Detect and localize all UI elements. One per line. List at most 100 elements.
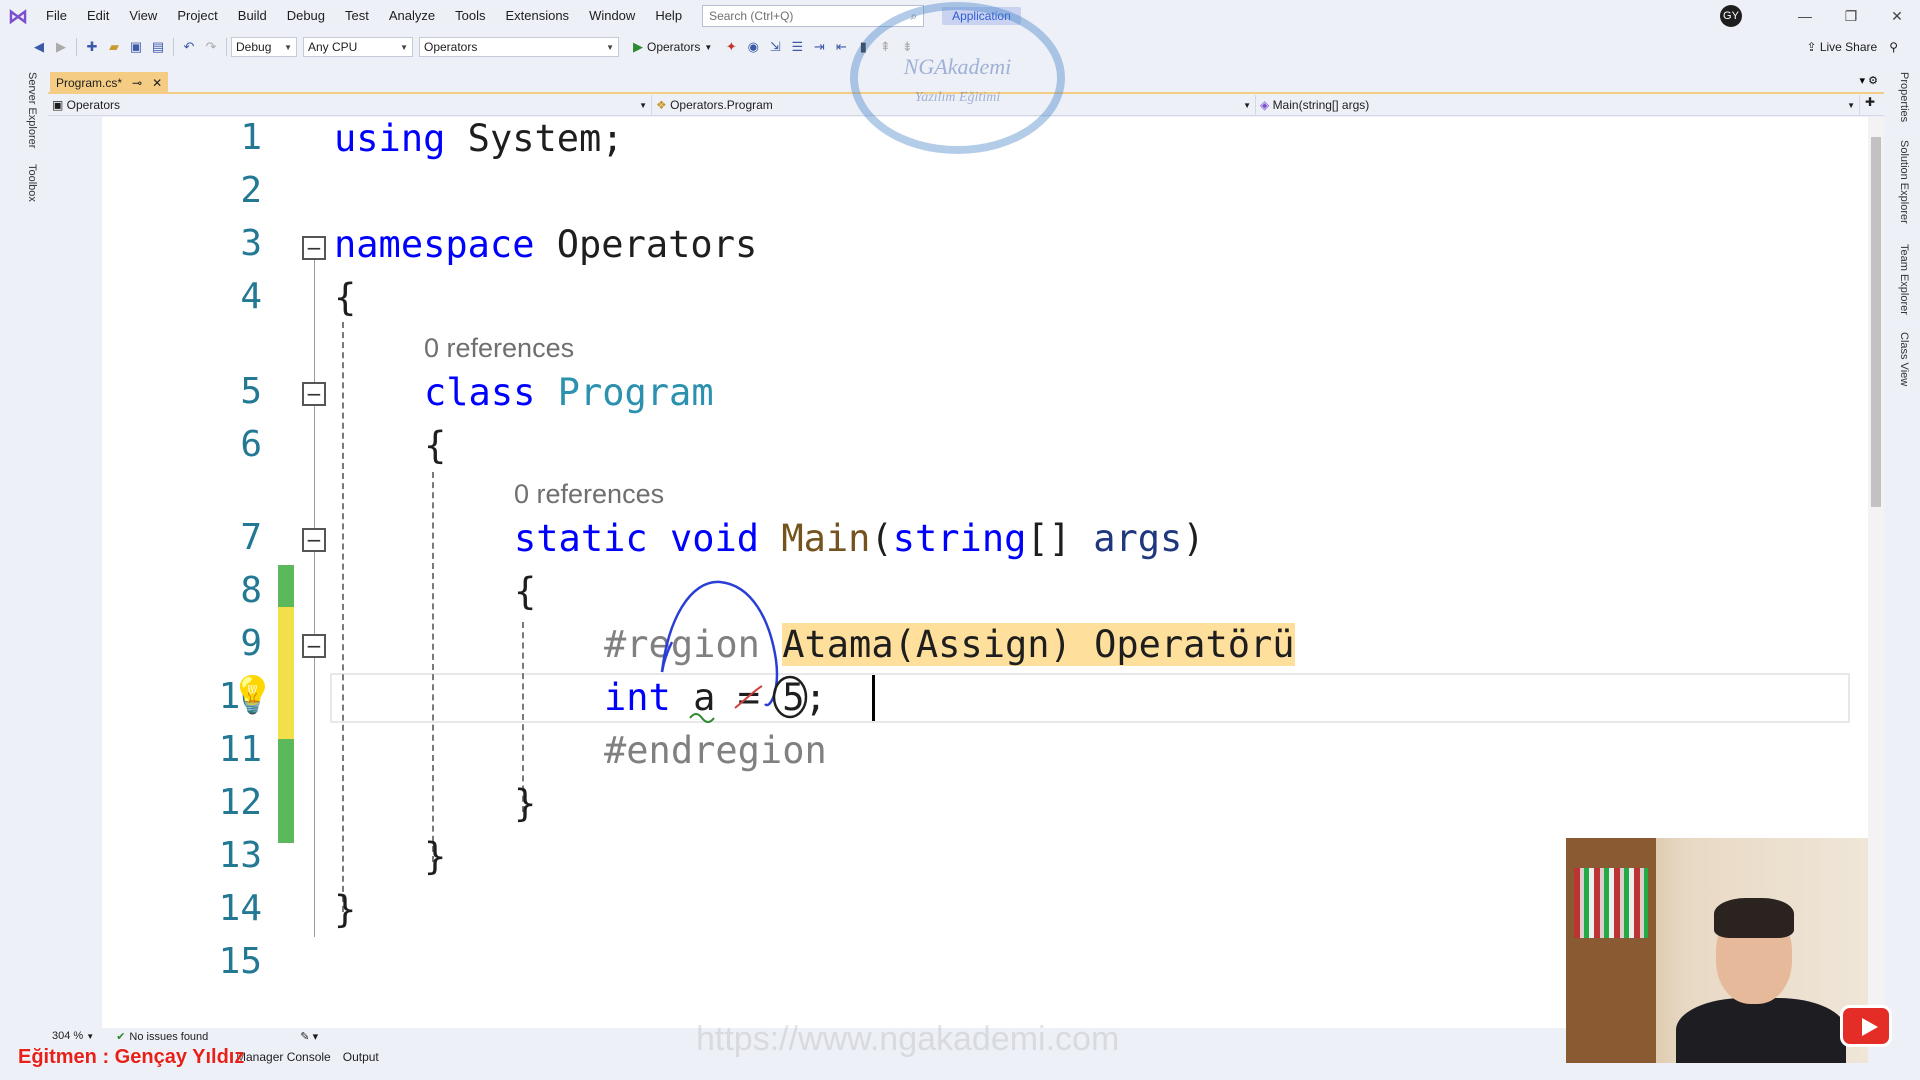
toolbox-tab[interactable]: Toolbox xyxy=(26,164,38,202)
search-input[interactable]: Search (Ctrl+Q) ⌕ xyxy=(702,5,925,27)
visual-studio-logo-icon[interactable]: ⋈ xyxy=(0,0,36,32)
new-project-icon[interactable]: ✚ xyxy=(81,39,103,55)
undo-icon[interactable]: ↶ xyxy=(178,39,200,55)
issues-indicator[interactable]: ✔ No issues found xyxy=(116,1030,208,1043)
open-file-icon[interactable]: ▰ xyxy=(103,39,125,55)
code-line-1: using System; xyxy=(334,117,624,160)
tab-output[interactable]: Output xyxy=(343,1050,379,1064)
books xyxy=(1574,868,1648,938)
menu-analyze[interactable]: Analyze xyxy=(379,0,445,32)
menu-tools[interactable]: Tools xyxy=(445,0,495,32)
live-share-button[interactable]: ⇪ Live Share xyxy=(1806,40,1877,54)
solution-config-select[interactable]: Debug ▼ xyxy=(231,37,297,57)
region-directive: #region xyxy=(604,623,783,666)
feedback-icon[interactable]: ⚲ xyxy=(1889,40,1898,54)
forward-icon[interactable]: ▶ xyxy=(50,39,72,55)
split-icon[interactable]: ✚ xyxy=(1860,95,1880,115)
glyph-margin[interactable] xyxy=(48,117,102,1028)
format-icon[interactable]: ☰ xyxy=(786,39,808,55)
chevron-down-icon: ▼ xyxy=(606,42,614,52)
class-view-tab[interactable]: Class View xyxy=(1898,332,1910,386)
code-line-6: { xyxy=(424,424,447,467)
toolbar-separator xyxy=(173,38,174,56)
menu-build[interactable]: Build xyxy=(228,0,277,32)
close-icon[interactable]: ✕ xyxy=(152,76,162,90)
save-icon[interactable]: ▣ xyxy=(125,39,147,55)
start-debugging-button[interactable]: ▶ Operators ▼ xyxy=(633,39,712,55)
scrollbar-thumb[interactable] xyxy=(1871,137,1881,507)
member-dropdown[interactable]: ◈ Main(string[] args) ▼ xyxy=(1256,95,1860,115)
application-badge[interactable]: Application xyxy=(942,7,1021,25)
hot-reload-icon[interactable]: ✦ xyxy=(720,39,742,55)
chevron-down-icon: ▼ xyxy=(639,100,647,110)
line-number: 9 xyxy=(240,623,262,664)
back-icon[interactable]: ◀ xyxy=(28,39,50,55)
close-window-icon[interactable]: ✕ xyxy=(1874,8,1920,25)
codelens-references[interactable]: 0 references xyxy=(514,479,664,510)
code-line-9: #region Atama(Assign) Operatörü xyxy=(604,623,1295,666)
restore-icon[interactable]: ❐ xyxy=(1828,8,1874,25)
save-all-icon[interactable]: ▤ xyxy=(147,39,169,55)
zoom-level: 304 % xyxy=(52,1030,84,1042)
menu-window[interactable]: Window xyxy=(579,0,645,32)
line-number: 8 xyxy=(240,570,262,611)
collapse-toggle[interactable]: − xyxy=(302,634,326,658)
type-label: Operators.Program xyxy=(670,98,773,112)
presenter-body xyxy=(1676,998,1846,1063)
bookmark-icon[interactable]: ▮ xyxy=(852,39,874,55)
solution-explorer-tab[interactable]: Solution Explorer xyxy=(1898,140,1910,224)
step-icon[interactable]: ⇲ xyxy=(764,39,786,55)
minimize-icon[interactable]: — xyxy=(1782,8,1828,24)
camera-icon[interactable]: ◉ xyxy=(742,39,764,55)
chevron-down-icon: ▼ xyxy=(704,42,713,52)
project-label: Operators xyxy=(66,98,121,112)
pin-icon[interactable]: ⊸ xyxy=(132,76,142,90)
project-dropdown[interactable]: ▣ Operators ▼ xyxy=(48,95,652,115)
right-tool-strip: Properties Solution Explorer Team Explor… xyxy=(1884,62,1920,1045)
code-line-11: #endregion xyxy=(604,729,827,772)
toolbar-separator xyxy=(76,38,77,56)
collapse-toggle[interactable]: − xyxy=(302,236,326,260)
redo-icon[interactable]: ↷ xyxy=(200,39,222,55)
tab-options-icon[interactable]: ▾ ⚙ xyxy=(1860,74,1878,87)
team-explorer-tab[interactable]: Team Explorer xyxy=(1898,244,1910,315)
collapse-toggle[interactable]: − xyxy=(302,382,326,406)
server-explorer-tab[interactable]: Server Explorer xyxy=(26,72,38,148)
keyword-void: void xyxy=(669,517,760,560)
next-bookmark-icon[interactable]: ⇟ xyxy=(896,39,918,55)
code-line-3: namespace Operators xyxy=(334,223,757,266)
chevron-down-icon: ▼ xyxy=(400,42,408,52)
collapse-toggle[interactable]: − xyxy=(302,528,326,552)
menu-edit[interactable]: Edit xyxy=(77,0,119,32)
previous-bookmark-icon[interactable]: ⇞ xyxy=(874,39,896,55)
outdent-icon[interactable]: ⇤ xyxy=(830,39,852,55)
tab-package-manager-console[interactable]: Manager Console xyxy=(236,1050,331,1064)
menu-help[interactable]: Help xyxy=(645,0,692,32)
startup-project-select[interactable]: Operators ▼ xyxy=(419,37,619,57)
properties-tab[interactable]: Properties xyxy=(1898,72,1910,122)
vertical-scrollbar[interactable] xyxy=(1868,117,1884,1028)
line-number: 13 xyxy=(218,835,262,876)
text-caret xyxy=(872,675,875,721)
type-dropdown[interactable]: ❖ Operators.Program ▼ xyxy=(652,95,1256,115)
code-line-12: } xyxy=(514,782,537,825)
menu-test[interactable]: Test xyxy=(335,0,379,32)
lightbulb-icon[interactable]: 💡 xyxy=(230,674,275,716)
class-icon: ❖ xyxy=(656,98,671,112)
menu-extensions[interactable]: Extensions xyxy=(495,0,579,32)
indent-icon[interactable]: ⇥ xyxy=(808,39,830,55)
endregion-directive: #endregion xyxy=(604,729,827,772)
codelens-references[interactable]: 0 references xyxy=(424,333,574,364)
brush-icon[interactable]: ✎ ▾ xyxy=(300,1030,318,1043)
menu-file[interactable]: File xyxy=(36,0,77,32)
menu-project[interactable]: Project xyxy=(167,0,227,32)
menu-debug[interactable]: Debug xyxy=(277,0,335,32)
zoom-select[interactable]: 304 % ▼ xyxy=(52,1030,94,1042)
tab-program-cs[interactable]: Program.cs* ⊸ ✕ xyxy=(50,72,169,94)
avatar[interactable]: GY xyxy=(1720,5,1742,27)
platform-select[interactable]: Any CPU ▼ xyxy=(303,37,413,57)
menu-view[interactable]: View xyxy=(119,0,167,32)
youtube-play-icon[interactable] xyxy=(1840,1005,1892,1047)
chevron-down-icon: ▼ xyxy=(1243,100,1251,110)
menu-bar: ⋈ File Edit View Project Build Debug Tes… xyxy=(0,0,1920,32)
